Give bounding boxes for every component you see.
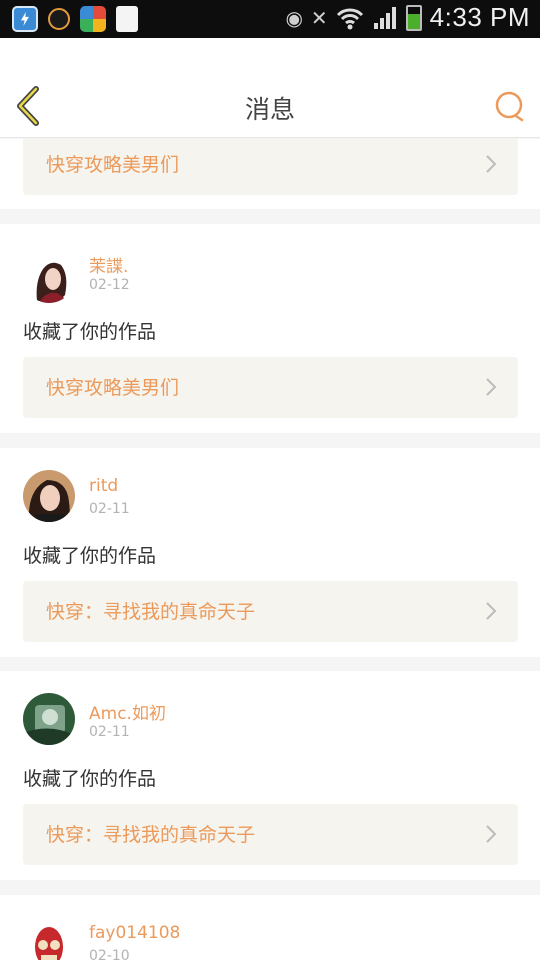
shield-app-icon <box>12 6 38 32</box>
chevron-right-icon <box>486 602 497 620</box>
status-time: 4:33 PM <box>429 2 530 32</box>
work-link[interactable]: 快穿：寻找我的真命天子 <box>23 804 518 865</box>
app-header: 消息 <box>0 38 540 138</box>
chevron-right-icon <box>486 155 497 173</box>
system-icons: ◉ ✕ 4:33 PM <box>285 2 530 33</box>
message-card: 快穿攻略美男们 <box>0 139 540 209</box>
username[interactable]: fay014108 <box>89 923 180 943</box>
chevron-right-icon <box>486 378 497 396</box>
work-title: 快穿攻略美男们 <box>46 377 180 399</box>
face-app-icon <box>48 8 70 30</box>
username[interactable]: ritd <box>89 476 118 496</box>
avatar[interactable] <box>23 251 75 303</box>
document-app-icon <box>116 6 138 32</box>
battery-icon <box>405 4 422 31</box>
chevron-right-icon <box>486 825 497 843</box>
action-text: 收藏了你的作品 <box>23 321 157 343</box>
work-link[interactable]: 快穿攻略美男们 <box>23 357 518 418</box>
message-date: 02-12 <box>89 277 130 293</box>
action-text: 收藏了你的作品 <box>23 545 157 567</box>
message-date: 02-11 <box>89 724 130 740</box>
wifi-icon <box>336 8 363 29</box>
message-card: Amc.如初 02-11 收藏了你的作品 快穿：寻找我的真命天子 <box>0 671 540 880</box>
search-button[interactable] <box>494 90 526 122</box>
work-title: 快穿：寻找我的真命天子 <box>46 824 256 846</box>
message-card: ritd 02-11 收藏了你的作品 快穿：寻找我的真命天子 <box>0 448 540 657</box>
page-title: 消息 <box>244 95 295 124</box>
message-date: 02-10 <box>89 948 130 960</box>
work-link[interactable]: 快穿：寻找我的真命天子 <box>23 581 518 642</box>
avatar[interactable] <box>23 470 75 522</box>
message-date: 02-11 <box>89 501 130 517</box>
work-link[interactable]: 快穿攻略美男们 <box>23 139 518 195</box>
message-card: fay014108 02-10 <box>0 895 540 960</box>
username[interactable]: 茉諜. <box>89 252 128 277</box>
pinwheel-app-icon <box>80 6 106 32</box>
search-icon <box>495 91 524 122</box>
work-title: 快穿攻略美男们 <box>46 154 180 176</box>
mute-icon: ✕ <box>310 5 328 30</box>
eye-icon: ◉ <box>285 5 303 30</box>
work-title: 快穿：寻找我的真命天子 <box>46 601 256 623</box>
status-bar: ◉ ✕ 4:33 PM <box>0 0 540 38</box>
avatar[interactable] <box>23 917 75 960</box>
signal-icon <box>373 6 396 29</box>
notification-icons <box>12 6 138 32</box>
message-list[interactable]: 快穿攻略美男们 茉諜. 02-12 收藏了你的作品 快穿攻略美男们 ritd 0… <box>0 139 540 960</box>
message-card: 茉諜. 02-12 收藏了你的作品 快穿攻略美男们 <box>0 224 540 433</box>
avatar[interactable] <box>23 693 75 745</box>
username[interactable]: Amc.如初 <box>89 699 166 724</box>
action-text: 收藏了你的作品 <box>23 768 157 790</box>
